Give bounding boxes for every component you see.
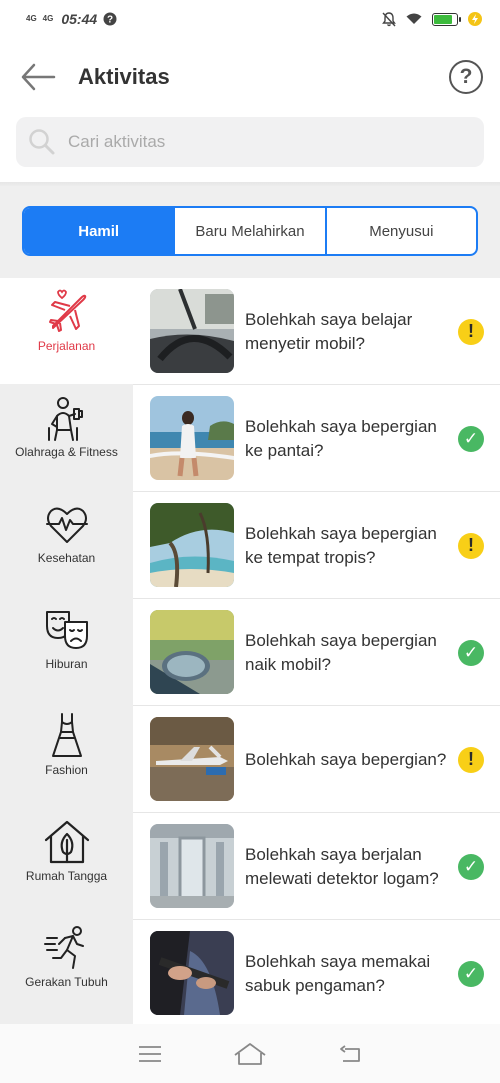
system-nav-bar <box>0 1024 500 1083</box>
check-icon: ✓ <box>458 639 484 666</box>
segmented-tabs: Hamil Baru Melahirkan Menyusui <box>22 206 478 256</box>
fitness-icon <box>47 397 83 441</box>
sidebar-item-label: Hiburan <box>45 657 88 671</box>
back-button[interactable] <box>20 62 56 92</box>
sidebar-item-fashion[interactable]: Fashion <box>0 702 133 808</box>
car-mirror-photo <box>150 610 234 694</box>
theater-masks-icon <box>45 611 88 649</box>
metal-detector-photo <box>150 824 234 908</box>
activity-question: Bolehkah saya bepergian ke tempat tropis… <box>245 523 437 567</box>
sidebar-item-label: Olahraga & Fitness <box>15 445 118 459</box>
airplane-icon <box>48 289 86 332</box>
list-item[interactable]: Bolehkah saya belajar menyetir mobil? ! <box>133 278 500 385</box>
check-icon: ✓ <box>458 425 484 452</box>
check-icon: ✓ <box>458 960 484 987</box>
running-person-icon <box>43 926 84 969</box>
category-sidebar: Perjalanan Olahraga & Fitness Kesehatan <box>0 278 133 1024</box>
tab-container: Hamil Baru Melahirkan Menyusui <box>0 186 500 278</box>
notification-icon: ? <box>103 12 117 26</box>
search-input[interactable] <box>68 132 448 152</box>
battery-fill <box>434 14 452 24</box>
activity-question: Bolehkah saya bepergian? <box>245 749 447 769</box>
list-item[interactable]: Bolehkah saya bepergian? ! <box>133 706 500 813</box>
home-icon <box>234 1042 266 1065</box>
exclamation-icon: ! <box>458 532 484 559</box>
help-button[interactable]: ? <box>449 60 483 94</box>
seatbelt-photo <box>150 931 234 1015</box>
tab-baru-melahirkan[interactable]: Baru Melahirkan <box>173 208 324 254</box>
battery-icon <box>432 12 461 26</box>
tab-hamil[interactable]: Hamil <box>24 208 174 254</box>
page-title: Aktivitas <box>78 64 170 89</box>
home-button[interactable] <box>233 1039 267 1069</box>
app-header: Aktivitas ? <box>0 38 500 118</box>
list-item[interactable]: Bolehkah saya bepergian naik mobil? ✓ <box>133 599 500 706</box>
list-item[interactable]: Bolehkah saya memakai sabuk pengaman? ✓ <box>133 920 500 1024</box>
back-nav-icon <box>340 1044 360 1062</box>
activity-question: Bolehkah saya berjalan melewati detektor… <box>245 844 439 888</box>
activity-question: Bolehkah saya belajar menyetir mobil? <box>245 309 413 353</box>
sidebar-item-label: Perjalanan <box>37 339 96 353</box>
sidebar-item-kesehatan[interactable]: Kesehatan <box>0 490 133 596</box>
exclamation-icon: ! <box>458 746 484 773</box>
house-leaf-icon <box>44 820 89 864</box>
heartbeat-icon <box>45 507 88 543</box>
network-indicator-1: 4G <box>26 14 37 23</box>
arrow-left-icon <box>21 63 56 91</box>
sidebar-item-rumah-tangga[interactable]: Rumah Tangga <box>0 808 133 914</box>
sidebar-item-hiburan[interactable]: Hiburan <box>0 596 133 702</box>
activity-question: Bolehkah saya memakai sabuk pengaman? <box>245 951 431 995</box>
exclamation-icon: ! <box>458 318 484 345</box>
beach-photo <box>150 396 234 480</box>
tab-menyusui[interactable]: Menyusui <box>324 208 476 254</box>
charging-icon <box>468 12 482 26</box>
activity-question: Bolehkah saya bepergian ke pantai? <box>245 416 437 460</box>
back-nav-button[interactable] <box>333 1039 367 1069</box>
list-item[interactable]: Bolehkah saya bepergian ke tempat tropis… <box>133 492 500 599</box>
sidebar-item-olahraga[interactable]: Olahraga & Fitness <box>0 384 133 490</box>
clock: 05:44 <box>61 11 98 27</box>
search-icon <box>29 129 55 155</box>
sidebar-item-label: Rumah Tangga <box>25 869 108 883</box>
activity-question: Bolehkah saya bepergian naik mobil? <box>245 630 437 674</box>
wifi-icon <box>406 13 422 24</box>
status-bar: 4G 4G 05:44 ? <box>0 0 500 38</box>
sidebar-item-label: Kesehatan <box>37 551 96 565</box>
network-indicator-2: 4G <box>42 14 54 23</box>
menu-button[interactable] <box>133 1039 167 1069</box>
list-item[interactable]: Bolehkah saya berjalan melewati detektor… <box>133 813 500 920</box>
car-steering-photo <box>150 289 234 373</box>
dress-icon <box>51 713 82 757</box>
help-icon: ? <box>459 65 473 88</box>
search-bar[interactable] <box>16 117 484 167</box>
check-icon: ✓ <box>458 853 484 880</box>
sidebar-item-perjalanan[interactable]: Perjalanan <box>0 278 133 384</box>
activity-list: Bolehkah saya belajar menyetir mobil? ! … <box>133 278 500 1024</box>
mute-bell-icon <box>382 11 396 26</box>
tropical-photo <box>150 503 234 587</box>
airplane-photo <box>150 717 234 801</box>
svg-text:?: ? <box>107 15 113 26</box>
sidebar-item-label: Fashion <box>45 763 88 777</box>
list-item[interactable]: Bolehkah saya bepergian ke pantai? ✓ <box>133 385 500 492</box>
menu-icon <box>139 1045 161 1062</box>
sidebar-item-gerakan-tubuh[interactable]: Gerakan Tubuh <box>0 914 133 1020</box>
sidebar-item-label: Gerakan Tubuh <box>25 975 108 989</box>
